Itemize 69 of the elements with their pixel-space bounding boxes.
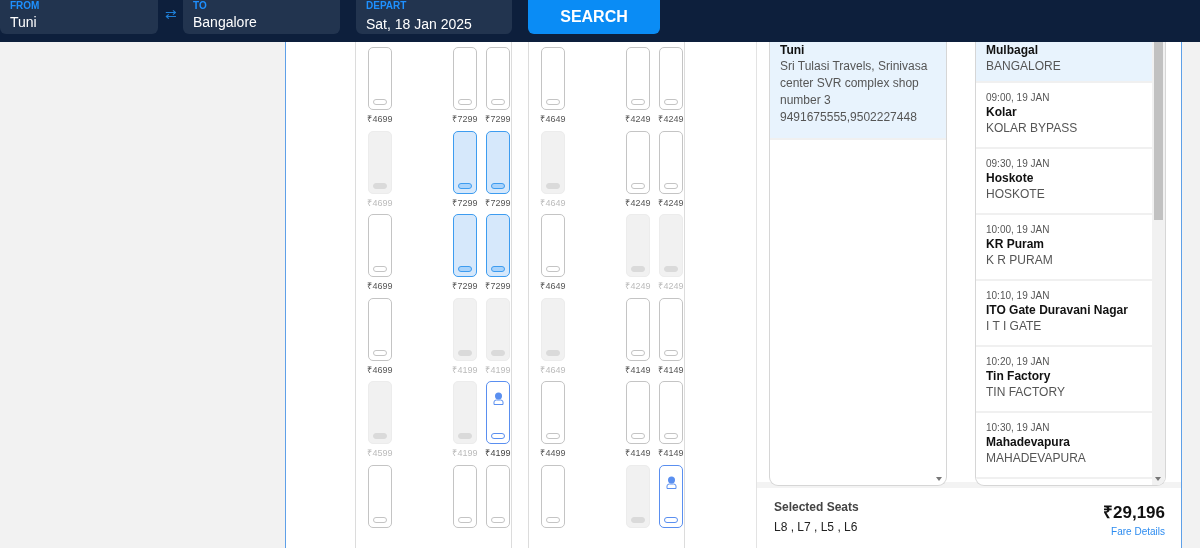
seat-price: ₹4249 — [658, 280, 684, 292]
seat-price: ₹4149 — [625, 447, 651, 459]
seat-price: ₹4649 — [540, 113, 566, 125]
seat-price: ₹4199 — [452, 447, 478, 459]
from-field[interactable]: FROM Tuni — [0, 0, 158, 34]
seat-price: ₹4249 — [625, 113, 651, 125]
seat-price: ₹4499 — [540, 447, 566, 459]
seat-price: ₹4199 — [452, 363, 478, 376]
seat-price: ₹4249 — [625, 280, 651, 292]
dropping-point[interactable]: Mulbagal BANGALORE — [976, 42, 1152, 83]
sleeper-seat[interactable] — [368, 214, 392, 277]
boarding-point[interactable]: Tuni Sri Tulasi Travels, Srinivasa center SVR complex shop number 3 9491675555,9502227448 — [770, 42, 946, 140]
seat-price: ₹4699 — [367, 280, 393, 292]
sleeper-seat[interactable] — [626, 47, 650, 110]
selected-seats: L8 , L7 , L5 , L6 — [774, 520, 858, 534]
swap-icon[interactable]: ⇄ — [158, 6, 183, 22]
seat-price: ₹4249 — [625, 196, 651, 209]
sleeper-seat[interactable] — [486, 130, 510, 194]
seat-price: ₹4649 — [540, 363, 566, 376]
seat-price: ₹4149 — [625, 363, 651, 376]
seat-price: ₹7299 — [485, 113, 511, 125]
person-icon — [665, 475, 677, 489]
seat-price: ₹7299 — [452, 113, 478, 125]
sleeper-seat[interactable] — [659, 47, 683, 110]
sleeper-seat[interactable] — [453, 214, 477, 277]
seat-price: ₹4249 — [658, 196, 684, 209]
seat-price: ₹4599 — [367, 447, 393, 459]
sleeper-seat[interactable] — [659, 464, 683, 528]
selected-seats-label: Selected Seats — [774, 500, 859, 514]
sleeper-seat[interactable] — [541, 381, 565, 444]
sleeper-seat[interactable] — [486, 381, 510, 444]
sleeper-seat[interactable] — [368, 47, 392, 110]
sleeper-seat[interactable] — [453, 464, 477, 528]
seat-price: ₹7299 — [452, 280, 478, 292]
sleeper-seat[interactable] — [541, 47, 565, 110]
sleeper-seat[interactable] — [486, 214, 510, 277]
seat-price: ₹4249 — [658, 113, 684, 125]
seat-price: ₹7299 — [452, 196, 478, 209]
sleeper-seat[interactable] — [541, 464, 565, 528]
total-fare: ₹29,196 — [1103, 502, 1165, 523]
sleeper-seat[interactable] — [626, 381, 650, 444]
fare-details-link[interactable]: Fare Details — [1111, 526, 1165, 537]
sleeper-seat[interactable] — [486, 47, 510, 110]
sleeper-seat[interactable] — [453, 47, 477, 110]
sleeper-seat[interactable] — [659, 297, 683, 361]
sleeper-seat[interactable] — [453, 130, 477, 194]
seat-price: ₹4199 — [485, 363, 511, 376]
seat-price: ₹7299 — [485, 280, 511, 292]
sleeper-seat[interactable] — [368, 297, 392, 361]
depart-field[interactable]: DEPART Sat, 18 Jan 2025 — [356, 0, 512, 34]
seat-price: ₹4699 — [367, 363, 393, 376]
seat-price: ₹4149 — [658, 447, 684, 459]
person-icon — [492, 392, 504, 405]
seat-price: ₹4649 — [540, 196, 566, 209]
seat-price: ₹4149 — [658, 363, 684, 376]
sleeper-seat[interactable] — [368, 464, 392, 528]
to-field[interactable]: TO Bangalore — [183, 0, 340, 34]
seat-price: ₹4699 — [367, 196, 393, 209]
scrollbar[interactable] — [1152, 42, 1165, 485]
sleeper-seat[interactable] — [659, 130, 683, 194]
sleeper-seat[interactable] — [626, 297, 650, 361]
seat-price: ₹4699 — [367, 113, 393, 125]
sleeper-seat[interactable] — [486, 464, 510, 528]
sleeper-seat[interactable] — [659, 381, 683, 444]
sleeper-seat[interactable] — [541, 214, 565, 277]
sleeper-seat[interactable] — [626, 130, 650, 194]
seat-price: ₹4649 — [540, 280, 566, 292]
seat-price: ₹4199 — [485, 447, 511, 459]
seat-price: ₹7299 — [485, 196, 511, 209]
